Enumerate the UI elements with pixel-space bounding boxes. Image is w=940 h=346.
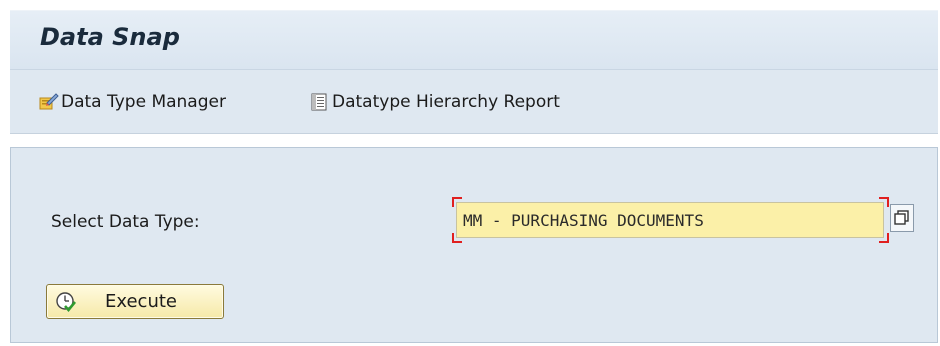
data-type-field-wrapper — [452, 197, 889, 243]
select-data-type-label: Select Data Type: — [51, 212, 200, 232]
datatype-hierarchy-report-label: Datatype Hierarchy Report — [332, 92, 560, 112]
title-bar: Data Snap — [10, 10, 938, 69]
page-title: Data Snap — [40, 23, 180, 51]
data-type-input[interactable] — [456, 202, 884, 238]
datatype-hierarchy-report-button[interactable]: Datatype Hierarchy Report — [308, 90, 560, 114]
execute-button[interactable]: Execute — [46, 284, 224, 319]
report-list-icon — [308, 92, 330, 112]
selection-panel: Select Data Type: Execu — [10, 147, 938, 343]
execute-clock-check-icon — [55, 291, 77, 313]
application-toolbar: Data Type Manager Datatype Hierarchy Rep… — [10, 69, 938, 134]
execute-label: Execute — [105, 291, 177, 312]
pencil-edit-icon — [37, 92, 59, 112]
value-help-icon — [894, 210, 909, 225]
value-help-button[interactable] — [890, 204, 914, 232]
app-window: Data Snap Data Type Manager Datatype Hie… — [10, 10, 938, 343]
data-type-manager-label: Data Type Manager — [61, 92, 226, 112]
data-type-manager-button[interactable]: Data Type Manager — [37, 90, 226, 114]
